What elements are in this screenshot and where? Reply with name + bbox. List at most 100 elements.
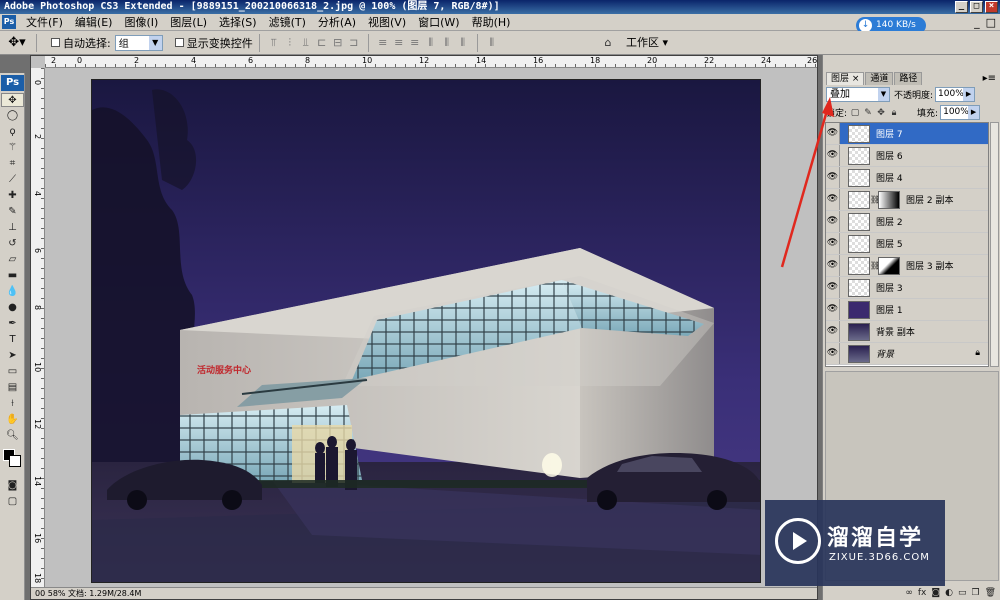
doc-minimize-button[interactable]: _ [974, 16, 980, 29]
auto-select-dropdown[interactable]: 组 ▼ [114, 34, 163, 51]
layer-row-2[interactable]: 👁︎ 图层 2 [826, 211, 988, 233]
mask-icon[interactable]: ◙ [931, 588, 940, 598]
align-top-icon[interactable]: ⫪ [267, 36, 281, 50]
blur-tool-icon[interactable]: 💧 [1, 285, 24, 299]
menu-window[interactable]: 窗口(W) [412, 14, 465, 31]
align-left-icon[interactable]: ⊏ [315, 36, 329, 50]
menu-select[interactable]: 选择(S) [213, 14, 263, 31]
eye-icon[interactable]: 👁︎ [826, 167, 840, 188]
align-vcenter-icon[interactable]: ⫶ [283, 36, 297, 50]
shape-tool-icon[interactable]: ▭ [1, 365, 24, 379]
magic-wand-tool-icon[interactable]: ⚚ [1, 141, 24, 155]
notes-tool-icon[interactable]: ▤ [1, 381, 24, 395]
align-bottom-icon[interactable]: ⫫ [299, 36, 313, 50]
eye-icon[interactable]: 👁︎ [826, 277, 840, 298]
lasso-tool-icon[interactable]: ϙ [1, 125, 24, 139]
layer-mask-thumbnail[interactable] [878, 190, 900, 209]
eye-icon[interactable]: 👁︎ [826, 211, 840, 232]
menu-help[interactable]: 帮助(H) [466, 14, 517, 31]
menu-layer[interactable]: 图层(L) [164, 14, 213, 31]
tab-channels[interactable]: 通道 [865, 72, 894, 85]
layer-row-background[interactable]: 👁︎ 背景 🔒︎ [826, 343, 988, 365]
menu-edit[interactable]: 编辑(E) [69, 14, 119, 31]
menu-file[interactable]: 文件(F) [20, 14, 69, 31]
lock-transparency-icon[interactable]: ▢ [850, 108, 860, 118]
maximize-button[interactable]: □ [970, 1, 983, 13]
color-swatches[interactable] [1, 447, 24, 475]
chevron-right-icon[interactable]: ▶ [968, 106, 980, 119]
close-button[interactable]: × [985, 1, 998, 13]
distribute-left-icon[interactable]: ⦀ [424, 36, 438, 50]
tab-paths[interactable]: 路径 [894, 72, 923, 85]
layer-row-3-copy[interactable]: 👁︎ ⛓︎ 图层 3 副本 [826, 255, 988, 277]
eraser-tool-icon[interactable]: ▱ [1, 253, 24, 267]
move-tool-preset-icon[interactable]: ✥▾ [4, 33, 30, 53]
adjustment-icon[interactable]: ◐ [945, 588, 953, 598]
eye-icon[interactable]: 👁︎ [826, 299, 840, 320]
fx-icon[interactable]: fx [918, 588, 927, 598]
auto-select-checkbox[interactable]: 自动选择: [51, 35, 111, 51]
blend-mode-dropdown[interactable]: 叠加 ▼ [826, 86, 890, 102]
layer-row-6[interactable]: 👁︎ 图层 6 [826, 145, 988, 167]
trash-icon[interactable]: 🗑︎ [985, 588, 996, 598]
eye-icon[interactable]: 👁︎ [826, 233, 840, 254]
align-right-icon[interactable]: ⊐ [347, 36, 361, 50]
layer-row-4[interactable]: 👁︎ 图层 4 [826, 167, 988, 189]
lock-position-icon[interactable]: ✥ [876, 108, 886, 118]
eye-icon[interactable]: 👁︎ [826, 189, 840, 210]
layers-scrollbar[interactable] [990, 122, 999, 367]
lock-pixels-icon[interactable]: ✎ [863, 108, 873, 118]
pen-tool-icon[interactable]: ✒ [1, 317, 24, 331]
eye-icon[interactable]: 👁︎ [826, 123, 840, 144]
eye-icon[interactable]: 👁︎ [826, 145, 840, 166]
path-select-icon[interactable]: ➤ [1, 349, 24, 363]
opacity-field[interactable]: 100% ▶ [935, 86, 976, 102]
menu-analysis[interactable]: 分析(A) [312, 14, 362, 31]
minimize-button[interactable]: _ [955, 1, 968, 13]
distribute-hcenter-icon[interactable]: ⦀ [440, 36, 454, 50]
screen-mode-icon[interactable]: ▢ [1, 495, 24, 509]
menu-view[interactable]: 视图(V) [362, 14, 412, 31]
move-tool-icon[interactable]: ✥ [1, 93, 24, 107]
tab-layers[interactable]: 图层 × [826, 72, 865, 85]
eye-icon[interactable]: 👁︎ [826, 343, 840, 364]
align-hcenter-icon[interactable]: ⊟ [331, 36, 345, 50]
bridge-icon[interactable]: ⌂ [601, 36, 615, 50]
doc-restore-button[interactable]: □ [986, 16, 996, 29]
fill-field[interactable]: 100% ▶ [940, 105, 981, 120]
distribute-vcenter-icon[interactable]: ≡ [392, 36, 406, 50]
layer-row-1[interactable]: 👁︎ 图层 1 [826, 299, 988, 321]
checkbox-box[interactable] [174, 38, 184, 47]
night-building-image[interactable]: 活动服务中心 [91, 79, 761, 583]
layer-row-background-copy[interactable]: 👁︎ 背景 副本 [826, 321, 988, 343]
checkbox-box[interactable] [51, 38, 60, 47]
show-transform-checkbox[interactable]: 显示变换控件 [174, 35, 253, 51]
crop-tool-icon[interactable]: ⌗ [1, 157, 24, 171]
new-layer-icon[interactable]: ❐ [971, 588, 979, 598]
eye-icon[interactable]: 👁︎ [826, 321, 840, 342]
slice-tool-icon[interactable]: ⟋ [1, 173, 24, 187]
type-tool-icon[interactable]: T [1, 333, 24, 347]
workspace-menu[interactable]: 工作区 ▾ [626, 34, 668, 50]
dodge-tool-icon[interactable]: ● [1, 301, 24, 315]
link-icon[interactable]: ∞ [905, 588, 913, 598]
layer-row-3[interactable]: 👁︎ 图层 3 [826, 277, 988, 299]
chevron-right-icon[interactable]: ▶ [963, 87, 975, 101]
background-color[interactable] [9, 455, 21, 467]
healing-brush-icon[interactable]: ✚ [1, 189, 24, 203]
clone-stamp-icon[interactable]: ⊥ [1, 221, 24, 235]
marquee-tool-icon[interactable]: ◯ [1, 109, 24, 123]
auto-align-icon[interactable]: ⫴ [485, 36, 499, 50]
distribute-bottom-icon[interactable]: ≡ [408, 36, 422, 50]
layer-row-5[interactable]: 👁︎ 图层 5 [826, 233, 988, 255]
brush-tool-icon[interactable]: ✎ [1, 205, 24, 219]
layer-row-7[interactable]: 👁︎ 图层 7 [826, 123, 988, 145]
lock-all-icon[interactable]: 🔒︎ [889, 108, 899, 118]
distribute-top-icon[interactable]: ≡ [376, 36, 390, 50]
gradient-tool-icon[interactable]: ▬ [1, 269, 24, 283]
hand-tool-icon[interactable]: ✋ [1, 413, 24, 427]
history-brush-icon[interactable]: ↺ [1, 237, 24, 251]
panel-menu-icon[interactable]: ▸≡ [983, 73, 996, 84]
zoom-tool-icon[interactable]: 🔍︎ [1, 429, 24, 443]
quick-mask-icon[interactable]: ◙ [1, 479, 24, 493]
